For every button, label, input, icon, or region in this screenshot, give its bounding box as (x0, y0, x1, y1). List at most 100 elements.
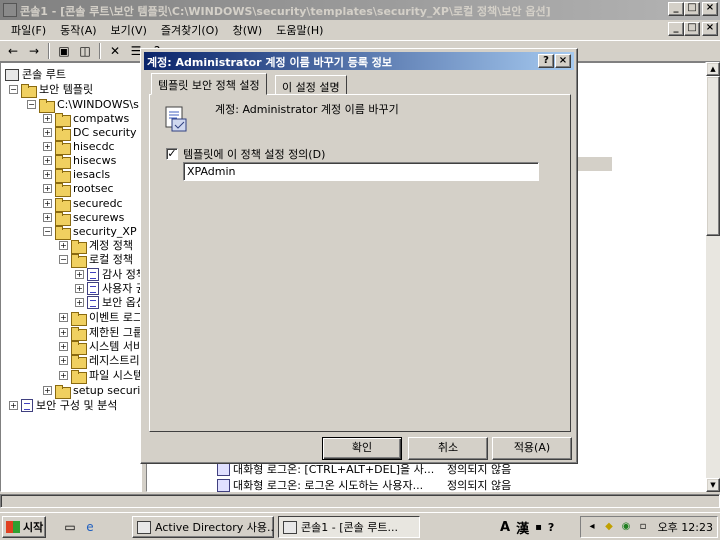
tree-item-event-log[interactable]: + 이벤트 로그 (59, 310, 141, 326)
ok-button[interactable]: 확인 (322, 437, 402, 460)
show-hide-tree-icon[interactable]: ◫ (76, 43, 94, 59)
tree-item-account-policy[interactable]: + 계정 정책 (59, 238, 133, 254)
expand-icon[interactable]: + (43, 170, 52, 179)
tree-item-setup-security[interactable]: + setup securit (43, 383, 141, 399)
show-desktop-icon[interactable]: ▭ (62, 519, 78, 535)
task-active-directory[interactable]: Active Directory 사용... (132, 516, 274, 538)
tree-item-template-path[interactable]: − C:\WINDOWS\s (27, 97, 139, 113)
collapse-icon[interactable]: − (9, 85, 18, 94)
tree-item-dc-security[interactable]: + DC security (43, 125, 137, 141)
console-app-icon (283, 520, 297, 534)
template-icon (55, 197, 71, 212)
horizontal-scrollbar[interactable] (0, 494, 720, 508)
collapse-icon[interactable]: − (59, 255, 68, 264)
tree-item-compatws[interactable]: + compatws (43, 111, 129, 127)
start-button[interactable]: 시작 (2, 516, 46, 538)
minimize-button[interactable]: _ (668, 2, 684, 16)
tab-explain[interactable]: 이 설정 설명 (275, 75, 347, 95)
expand-icon[interactable]: + (75, 298, 84, 307)
clock[interactable]: 오후 12:23 (658, 519, 717, 535)
tree-item-hisecdc[interactable]: + hisecdc (43, 139, 115, 155)
inner-close-button[interactable]: × (702, 22, 718, 36)
expand-icon[interactable]: + (59, 241, 68, 250)
collapse-icon[interactable]: − (43, 227, 52, 236)
main-window-title-bar[interactable]: 콘솔1 - [콘솔 루트\보안 템플릿\C:\WINDOWS\security\… (0, 0, 720, 20)
task-console[interactable]: 콘솔1 - [콘솔 루트... (278, 516, 420, 538)
tree-item-user-rights[interactable]: + 사용자 권한 (75, 281, 141, 296)
security-shield-icon[interactable]: ◆ (602, 520, 616, 534)
expand-icon[interactable]: + (75, 284, 84, 293)
up-folder-icon[interactable]: ▣ (55, 43, 73, 59)
tree-item-securews[interactable]: + securews (43, 210, 124, 226)
menu-action[interactable]: 동작(A) (53, 22, 103, 38)
vertical-scrollbar[interactable]: ▲ ▼ (706, 62, 720, 492)
tree-item-registry[interactable]: + 레지스트리 (59, 353, 140, 369)
tree-item-console-root[interactable]: 콘솔 루트 (5, 67, 66, 82)
menu-window[interactable]: 창(W) (226, 22, 270, 38)
tree-item-file-system[interactable]: + 파일 시스템 (59, 368, 141, 384)
scroll-down-icon[interactable]: ▼ (706, 478, 720, 492)
expand-icon[interactable]: + (43, 128, 52, 137)
menu-favorites[interactable]: 즐겨찾기(O) (154, 22, 226, 38)
tree-item-local-policy[interactable]: − 로컬 정책 (59, 252, 133, 268)
ime-menu-icon[interactable]: ▪ (535, 522, 542, 533)
tree-item-iesacls[interactable]: + iesacls (43, 167, 110, 183)
inner-restore-button[interactable]: □ (684, 22, 700, 36)
tree-item-security-templates[interactable]: − 보안 템플릿 (9, 82, 93, 98)
ime-help-icon[interactable]: ? (548, 521, 554, 534)
internet-explorer-icon[interactable]: e (82, 519, 98, 535)
tree-item-rootsec[interactable]: + rootsec (43, 181, 114, 197)
tab-template-policy[interactable]: 템플릿 보안 정책 설정 (151, 73, 267, 95)
scroll-thumb[interactable] (706, 76, 720, 236)
expand-icon[interactable]: + (9, 401, 18, 410)
tree-item-security-analysis[interactable]: + 보안 구성 및 분석 (9, 398, 117, 413)
expand-icon[interactable]: + (43, 156, 52, 165)
cancel-button[interactable]: 취소 (408, 437, 488, 460)
scroll-up-icon[interactable]: ▲ (706, 62, 720, 76)
tree-item-audit-policy[interactable]: + 감사 정책 (75, 267, 141, 282)
define-policy-checkbox[interactable]: ✓ (166, 148, 178, 160)
expand-icon[interactable]: + (43, 114, 52, 123)
expand-icon[interactable]: + (43, 386, 52, 395)
dialog-help-button[interactable]: ? (538, 54, 554, 68)
list-item[interactable]: 대화형 로그온: 로그온 시도하는 사용자... 정의되지 않음 (217, 477, 511, 493)
expand-icon[interactable]: + (59, 371, 68, 380)
expand-icon[interactable]: + (43, 184, 52, 193)
tree-item-system-services[interactable]: + 시스템 서비스 (59, 339, 141, 355)
expand-icon[interactable]: + (59, 313, 68, 322)
expand-icon[interactable]: + (59, 328, 68, 337)
inner-minimize-button[interactable]: _ (668, 22, 684, 36)
ime-bar[interactable]: A 漢 ▪ ? (500, 518, 554, 537)
expand-icon[interactable]: + (43, 213, 52, 222)
dialog-title-bar[interactable]: 계정: Administrator 계정 이름 바꾸기 등록 정보 ? × (144, 52, 574, 70)
tree-item-securedc[interactable]: + securedc (43, 196, 123, 212)
ime-hanja-label[interactable]: 漢 (516, 518, 529, 537)
close-button[interactable]: × (702, 2, 718, 16)
delete-icon[interactable]: ✕ (106, 43, 124, 59)
menu-file[interactable]: 파일(F) (4, 22, 53, 38)
expand-icon[interactable]: + (59, 342, 68, 351)
network-icon[interactable]: ◉ (619, 520, 633, 534)
tree-item-restricted-groups[interactable]: + 제한된 그룹 (59, 325, 141, 341)
admin-name-input[interactable] (183, 162, 539, 181)
menu-view[interactable]: 보기(V) (104, 22, 154, 38)
collapse-icon[interactable]: − (27, 100, 36, 109)
dialog-close-button[interactable]: × (555, 54, 571, 68)
expand-icon[interactable]: + (43, 142, 52, 151)
console-tree[interactable]: 콘솔 루트 − 보안 템플릿 − C:\WINDOWS\s + compatws … (0, 62, 142, 492)
menu-help[interactable]: 도움말(H) (269, 22, 330, 38)
tree-item-security-options[interactable]: + 보안 옵션 (75, 295, 141, 310)
define-policy-label[interactable]: 템플릿에 이 정책 설정 정의(D) (183, 146, 325, 162)
expand-icon[interactable]: + (59, 356, 68, 365)
expand-icon[interactable]: + (43, 199, 52, 208)
back-icon[interactable]: ← (4, 43, 22, 59)
volume-icon[interactable]: ▫ (636, 520, 650, 534)
forward-icon[interactable]: → (25, 43, 43, 59)
apply-button[interactable]: 적용(A) (492, 437, 572, 460)
ime-mode-label[interactable]: A (500, 520, 510, 535)
tray-expand-icon[interactable]: ◂ (585, 520, 599, 534)
tree-item-security-xp[interactable]: − security_XP (43, 224, 137, 240)
expand-icon[interactable]: + (75, 270, 84, 279)
tree-item-hisecws[interactable]: + hisecws (43, 153, 116, 169)
maximize-button[interactable]: □ (684, 2, 700, 16)
